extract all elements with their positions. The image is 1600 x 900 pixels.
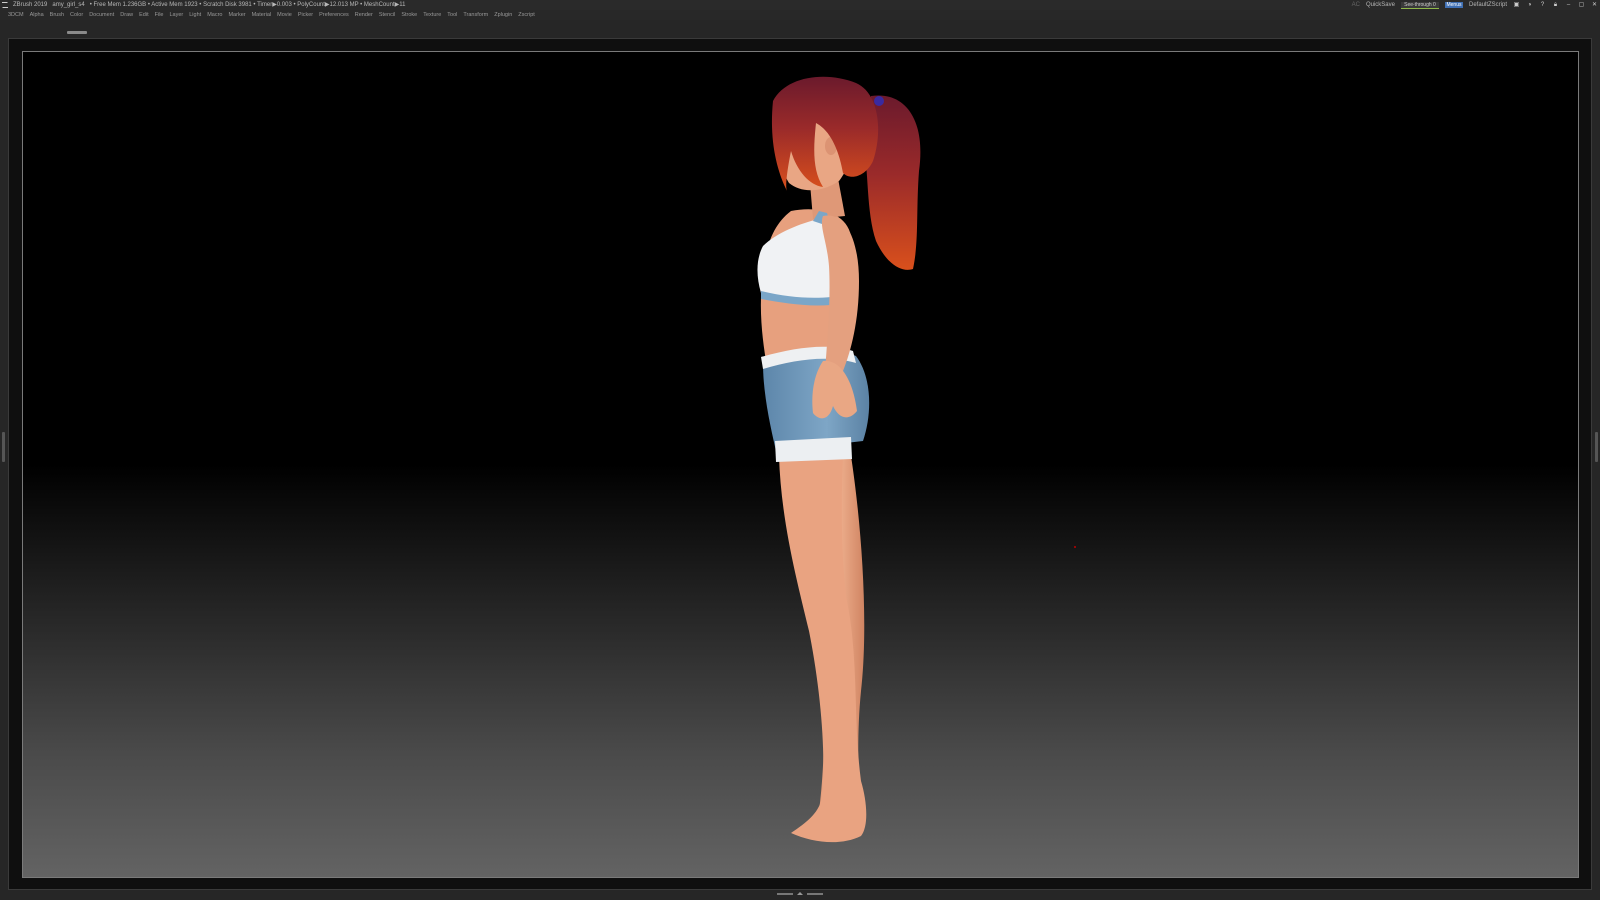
help-icon[interactable]: ? <box>1539 2 1546 9</box>
layout-icon[interactable]: ▣ <box>1513 2 1520 9</box>
menu-stencil[interactable]: Stencil <box>379 10 396 20</box>
menu-draw[interactable]: Draw <box>120 10 133 20</box>
menu-zscript[interactable]: Zscript <box>518 10 535 20</box>
menu-light[interactable]: Light <box>189 10 201 20</box>
see-through-slider[interactable]: See-through 0 <box>1400 1 1439 9</box>
menus-toggle-button[interactable]: Menus <box>1444 2 1463 8</box>
menu-color[interactable]: Color <box>70 10 83 20</box>
menu-macro[interactable]: Macro <box>207 10 222 20</box>
menu-render[interactable]: Render <box>355 10 373 20</box>
menu-material[interactable]: Material <box>252 10 272 20</box>
menu-edit[interactable]: Edit <box>139 10 148 20</box>
tray-strip <box>0 20 1600 38</box>
menu-transform[interactable]: Transform <box>463 10 488 20</box>
minimize-icon[interactable]: – <box>1565 2 1572 9</box>
menu-preferences[interactable]: Preferences <box>319 10 349 20</box>
menu-marker[interactable]: Marker <box>228 10 245 20</box>
default-zscript-button[interactable]: DefaultZScript <box>1469 0 1507 10</box>
shorts-cuff <box>775 437 852 462</box>
right-tray-grip[interactable] <box>1595 432 1598 462</box>
palette-icon[interactable]: ◑ <box>1526 2 1533 9</box>
grip-line-left <box>777 893 793 895</box>
close-icon[interactable]: ✕ <box>1591 2 1598 9</box>
menu-layer[interactable]: Layer <box>169 10 183 20</box>
menu-document[interactable]: Document <box>89 10 114 20</box>
ac-button[interactable]: AC <box>1352 0 1360 10</box>
document-canvas[interactable] <box>22 51 1579 878</box>
cursor-marker <box>1074 546 1076 548</box>
hair-tie <box>874 96 884 106</box>
menu-file[interactable]: File <box>155 10 164 20</box>
menu-picker[interactable]: Picker <box>298 10 313 20</box>
menu-alpha[interactable]: Alpha <box>30 10 44 20</box>
menu-3dcm[interactable]: 3DCM <box>8 10 24 20</box>
bottom-tray-grip[interactable] <box>773 892 827 896</box>
maximize-icon[interactable]: ▢ <box>1578 2 1585 9</box>
menu-texture[interactable]: Texture <box>423 10 441 20</box>
quicksave-button[interactable]: QuickSave <box>1366 0 1395 10</box>
menu-tool[interactable]: Tool <box>447 10 457 20</box>
sculpt-model[interactable] <box>23 52 1579 878</box>
grip-line-right <box>807 893 823 895</box>
document-name: amy_girl_s4 <box>52 2 85 8</box>
memory-stats: • Free Mem 1.236GB • Active Mem 1923 • S… <box>89 2 406 8</box>
menu-movie[interactable]: Movie <box>277 10 292 20</box>
left-tray-grip[interactable] <box>2 432 5 462</box>
lock-icon[interactable]: 🔒︎ <box>1552 2 1559 9</box>
title-bar: ZBrush 2019 amy_girl_s4 • Free Mem 1.236… <box>0 0 1600 10</box>
menu-bar: 3DCM Alpha Brush Color Document Draw Edi… <box>0 10 1600 20</box>
menu-stroke[interactable]: Stroke <box>401 10 417 20</box>
zbrush-logo-icon <box>2 2 8 8</box>
app-name: ZBrush 2019 <box>13 2 48 8</box>
sports-top <box>757 219 833 302</box>
menu-zplugin[interactable]: Zplugin <box>494 10 512 20</box>
tray-drag-handle[interactable] <box>67 31 87 34</box>
menu-brush[interactable]: Brush <box>50 10 64 20</box>
expand-arrow-icon[interactable] <box>797 892 803 895</box>
